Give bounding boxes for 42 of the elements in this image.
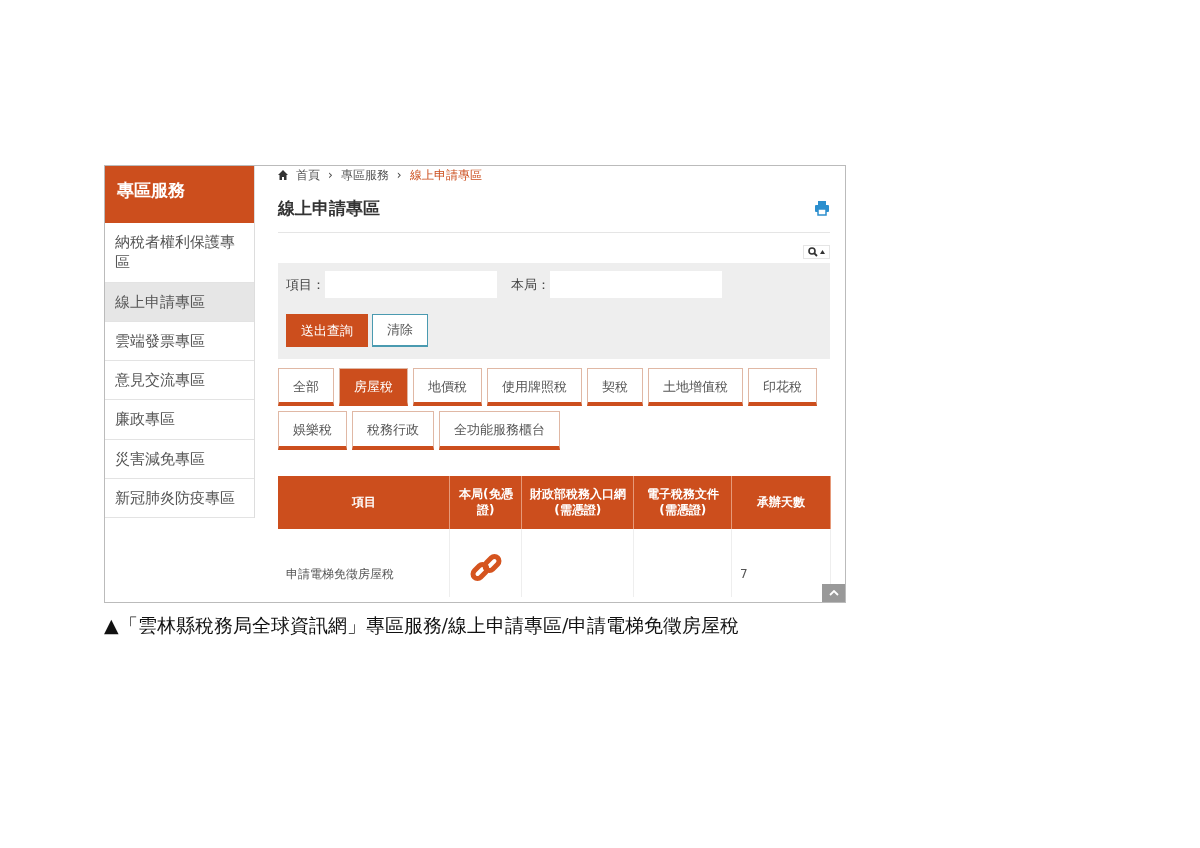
print-icon[interactable]	[814, 200, 830, 217]
sidebar-title: 專區服務	[105, 166, 254, 223]
breadcrumb-link[interactable]: 線上申請專區	[409, 166, 482, 184]
home-icon[interactable]	[278, 170, 288, 180]
clear-button[interactable]: 清除	[372, 314, 428, 347]
category-tab[interactable]: 全部	[278, 367, 334, 407]
category-tab[interactable]: 地價稅	[413, 367, 482, 407]
breadcrumb-link[interactable]: 首頁	[296, 166, 320, 184]
sidebar-item[interactable]: 納稅者權利保護專區	[105, 223, 254, 283]
sidebar-item[interactable]: 線上申請專區	[105, 282, 254, 322]
column-header: 承辦天數	[731, 475, 831, 529]
category-tab[interactable]: 使用牌照稅	[487, 367, 582, 407]
column-header: 項目	[278, 475, 450, 529]
search-icon	[808, 247, 818, 258]
category-tab[interactable]: 稅務行政	[352, 411, 434, 450]
sidebar-item[interactable]: 廉政專區	[105, 400, 254, 440]
category-tab[interactable]: 房屋稅	[339, 367, 408, 407]
breadcrumb-link[interactable]: 專區服務	[340, 166, 389, 184]
category-tab[interactable]: 土地增值稅	[648, 367, 743, 407]
breadcrumb-separator: ›	[396, 167, 402, 184]
back-to-top-button[interactable]	[822, 584, 845, 602]
sidebar-item[interactable]: 雲端發票專區	[105, 321, 254, 361]
sidebar-item[interactable]: 災害減免專區	[105, 439, 254, 479]
page-title: 線上申請專區	[278, 198, 380, 219]
category-tab[interactable]: 全功能服務櫃台	[439, 411, 560, 450]
column-header: 電子稅務文件(需憑證)	[633, 475, 732, 529]
breadcrumb-separator: ›	[328, 167, 333, 184]
sidebar-item[interactable]: 意見交流專區	[105, 361, 254, 401]
category-tab[interactable]: 娛樂稅	[278, 411, 347, 450]
field-label: 本局：	[511, 276, 550, 295]
sidebar-item[interactable]: 新冠肺炎防疫專區	[105, 478, 254, 518]
field-label: 項目：	[286, 276, 325, 295]
figure-caption: ▲「雲林縣稅務局全球資訊網」專區服務/線上申請專區/申請電梯免徵房屋稅	[104, 613, 741, 638]
column-header: 財政部稅務入口網(需憑證)	[521, 475, 634, 529]
category-tab[interactable]: 印花稅	[748, 367, 817, 407]
table-cell: 申請電梯免徵房屋稅	[278, 528, 450, 597]
submit-button[interactable]: 送出查詢	[286, 314, 368, 347]
column-header: 本局(免憑證)	[449, 475, 522, 529]
category-tab[interactable]: 契稅	[587, 367, 643, 407]
search-toggle-button[interactable]	[803, 245, 830, 260]
chevron-up-icon	[828, 590, 839, 596]
caret-icon	[820, 250, 825, 255]
